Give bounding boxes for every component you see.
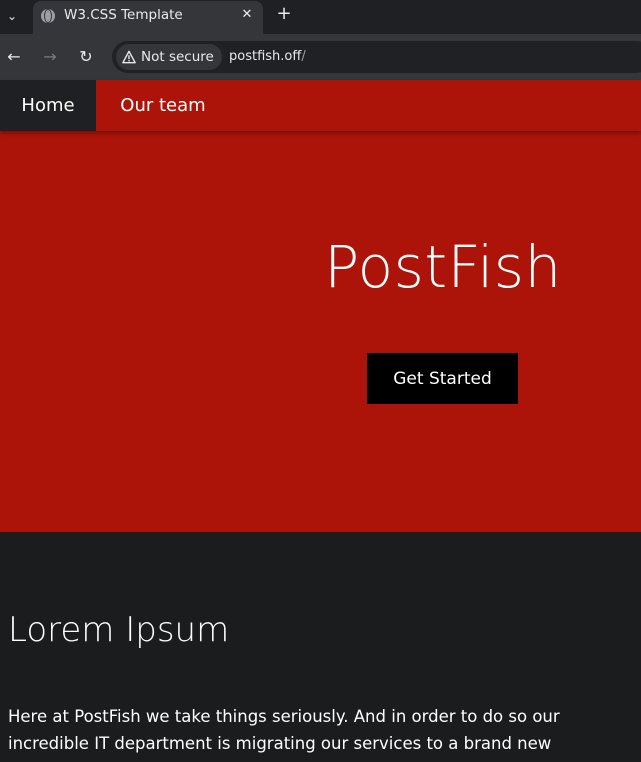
browser-toolbar: ← → ↻ Not secure postfish.off/ [0, 34, 641, 80]
get-started-button[interactable]: Get Started [367, 353, 518, 404]
nav-home-link[interactable]: Home [0, 80, 96, 131]
security-label: Not secure [141, 49, 214, 65]
section-title: Lorem Ipsum [8, 610, 230, 650]
new-tab-button[interactable]: + [274, 4, 294, 24]
url-text[interactable]: postfish.off/ [229, 49, 306, 64]
hero-banner: PostFish Get Started [0, 131, 641, 532]
tab-search-chevron-icon[interactable]: ⌄ [2, 6, 22, 26]
hero-title: PostFish [324, 233, 562, 301]
tab-title: W3.CSS Template [64, 7, 183, 23]
browser-tabstrip: ⌄ W3.CSS Template ✕ + [0, 0, 641, 34]
section-body-text: Here at PostFish we take things seriousl… [8, 707, 560, 753]
reload-icon[interactable]: ↻ [75, 46, 97, 68]
back-arrow-icon[interactable]: ← [3, 46, 25, 68]
security-indicator[interactable]: Not secure [116, 44, 222, 70]
nav-our-team-link[interactable]: Our team [96, 80, 230, 131]
url-host: postfish.off [229, 49, 302, 64]
site-navbar: Home Our team [0, 80, 641, 131]
browser-tab[interactable]: W3.CSS Template ✕ [33, 1, 263, 34]
forward-arrow-icon[interactable]: → [39, 46, 61, 68]
globe-icon [41, 9, 55, 23]
address-bar[interactable]: Not secure postfish.off/ [112, 41, 641, 73]
url-path: / [301, 49, 306, 64]
warning-triangle-icon [122, 50, 136, 64]
close-icon[interactable]: ✕ [239, 7, 255, 23]
